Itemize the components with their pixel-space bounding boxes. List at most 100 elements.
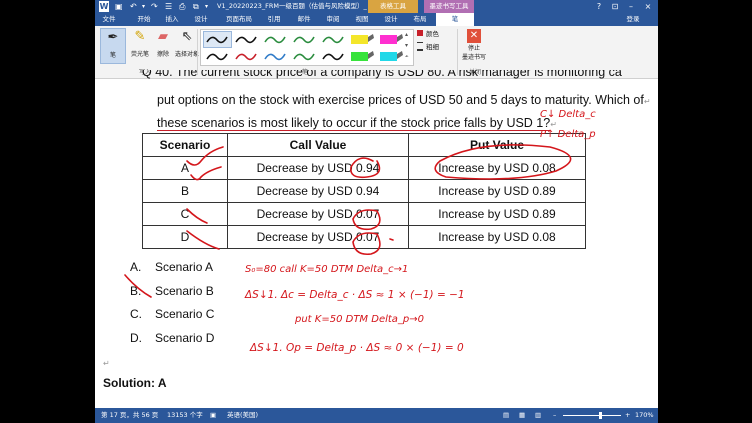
undo-dropdown-icon[interactable]: ▾ xyxy=(142,1,145,12)
pen-swatch[interactable] xyxy=(261,31,290,48)
color-button[interactable]: 颜色 xyxy=(426,28,439,38)
pen-swatch[interactable] xyxy=(232,48,261,65)
pen-stroke-icon xyxy=(235,53,257,61)
read-mode-icon[interactable]: ▤ xyxy=(503,408,509,423)
ink-tick-dash xyxy=(389,238,394,241)
redo-icon[interactable]: ↷ xyxy=(151,1,158,12)
ink-strike-row-d xyxy=(186,230,220,250)
pen-stroke-icon xyxy=(235,36,257,44)
highlighter-pen-icon xyxy=(380,34,403,44)
tab-mailings[interactable]: 邮件 xyxy=(291,13,317,26)
undo-icon[interactable]: ↶ xyxy=(130,1,137,12)
pen-stroke-icon xyxy=(293,53,315,61)
question-line-1-clip: Q 40. The current stock price of a compa… xyxy=(142,70,622,79)
save-icon[interactable]: ▣ xyxy=(115,1,123,12)
tab-review[interactable]: 审阅 xyxy=(320,13,346,26)
group-divider xyxy=(197,29,198,75)
pen-stroke-icon xyxy=(322,36,344,44)
pen-swatch[interactable] xyxy=(377,31,406,48)
tab-table-design[interactable]: 设计 xyxy=(378,13,404,26)
pen-stroke-icon xyxy=(206,53,228,61)
ink-check-scenario-header xyxy=(186,146,224,166)
open-icon[interactable]: ⧉ xyxy=(193,1,199,12)
ink-circle-put-a xyxy=(434,144,572,180)
question-line-1: The current stock price of a company is … xyxy=(175,70,622,79)
customize-quick-access-icon[interactable]: ▾ xyxy=(205,1,208,12)
print-preview-icon[interactable]: ⎙ xyxy=(179,1,185,12)
tab-insert[interactable]: 插入 xyxy=(159,13,185,26)
table-tools-context: 表格工具 xyxy=(368,0,418,13)
zoom-slider-thumb[interactable] xyxy=(599,412,602,419)
select-cursor-icon: ⇖ xyxy=(181,29,193,44)
highlighter-icon: ✎ xyxy=(134,29,146,44)
tab-table-layout[interactable]: 布局 xyxy=(407,13,433,26)
pen-stroke-icon xyxy=(206,36,228,44)
pen-icon: ✒ xyxy=(107,30,119,45)
gallery-down-icon[interactable]: ▾ xyxy=(405,42,408,49)
tab-home[interactable]: 开始 xyxy=(131,13,157,26)
pen-swatch[interactable] xyxy=(377,48,406,65)
ribbon-options-icon[interactable]: ⊡ xyxy=(607,0,623,13)
ink-strike-row-c xyxy=(186,208,208,224)
question-number: Q 40. xyxy=(142,70,173,79)
pen-stroke-icon xyxy=(264,53,286,61)
ink-tools-context: 墨迹书写工具 xyxy=(424,0,474,13)
pen-swatch[interactable] xyxy=(319,48,348,65)
pen-button[interactable]: ✒ 笔 xyxy=(100,28,126,64)
ink-circle-call-d xyxy=(352,232,381,256)
pen-swatch[interactable] xyxy=(348,31,377,48)
stop-inking-icon: ✕ xyxy=(467,29,481,43)
pen-stroke-icon xyxy=(293,36,315,44)
zoom-out-icon[interactable]: – xyxy=(553,408,556,423)
ink-circle-call-c xyxy=(352,209,381,231)
pen-swatch[interactable] xyxy=(203,48,232,65)
login-link[interactable]: 登录 xyxy=(615,13,651,26)
word-window: W ▣ ↶ ▾ ↷ ☰ ⎙ ⧉ ▾ V1_20220223_FRM一级百题（估值… xyxy=(95,0,658,423)
thickness-button[interactable]: 粗细 xyxy=(426,41,439,51)
pen-swatch[interactable] xyxy=(232,31,261,48)
document-page: Q 40. The current stock price of a compa… xyxy=(95,70,658,408)
pen-swatch[interactable] xyxy=(203,31,232,48)
word-logo-icon: W xyxy=(99,1,109,12)
page-count[interactable]: 第 17 页，共 56 页 xyxy=(101,408,158,423)
zoom-slider[interactable] xyxy=(563,412,621,419)
eraser-icon: ▰ xyxy=(158,29,168,44)
ink-circle-call-a xyxy=(350,157,381,179)
zoom-in-icon[interactable]: + xyxy=(625,408,630,423)
tab-pen[interactable]: 笔 xyxy=(436,13,474,26)
proofing-icon[interactable]: ▣ xyxy=(210,408,216,423)
tab-references[interactable]: 引用 xyxy=(261,13,287,26)
thickness-icon xyxy=(417,42,423,51)
ink-swoosh-option-a xyxy=(124,274,152,298)
pen-swatch[interactable] xyxy=(290,31,319,48)
tab-design[interactable]: 设计 xyxy=(188,13,214,26)
stop-inking-button[interactable]: ✕ 停止 墨迹书写 xyxy=(460,28,488,66)
pen-swatch[interactable] xyxy=(319,31,348,48)
gallery-more-icon[interactable]: ⩡ xyxy=(405,53,408,61)
gallery-up-icon[interactable]: ▴ xyxy=(405,31,408,38)
pen-swatch[interactable] xyxy=(290,48,319,65)
ink-check-row-a xyxy=(190,166,222,181)
print-layout-icon[interactable]: ▦ xyxy=(519,408,525,423)
tab-file[interactable]: 文件 xyxy=(95,13,123,26)
tab-view[interactable]: 视图 xyxy=(349,13,375,26)
web-layout-icon[interactable]: ▥ xyxy=(535,408,541,423)
pen-stroke-icon xyxy=(264,36,286,44)
color-swatch-icon xyxy=(417,30,423,36)
minimize-button[interactable]: – xyxy=(623,0,639,13)
close-button[interactable]: × xyxy=(640,0,656,13)
help-icon[interactable]: ? xyxy=(591,0,607,13)
status-bar: 第 17 页，共 56 页 13153 个字 ▣ 英语(美国) ▤ ▦ ▥ – … xyxy=(95,408,658,423)
title-bar: W ▣ ↶ ▾ ↷ ☰ ⎙ ⧉ ▾ V1_20220223_FRM一级百题（估值… xyxy=(95,0,658,13)
ink-strokes-layer xyxy=(124,144,572,298)
pen-swatch[interactable] xyxy=(348,48,377,65)
tab-page-layout[interactable]: 页面布局 xyxy=(219,13,259,26)
touch-mode-icon[interactable]: ☰ xyxy=(165,1,172,12)
word-count[interactable]: 13153 个字 xyxy=(167,408,203,423)
highlighter-pen-icon xyxy=(351,51,374,61)
pen-swatch[interactable] xyxy=(261,48,290,65)
zoom-level[interactable]: 170% xyxy=(635,408,654,423)
select-objects-button[interactable]: ⇖ 选择对象 xyxy=(175,28,199,62)
language-indicator[interactable]: 英语(美国) xyxy=(227,408,258,423)
highlighter-pen-icon xyxy=(380,51,403,61)
